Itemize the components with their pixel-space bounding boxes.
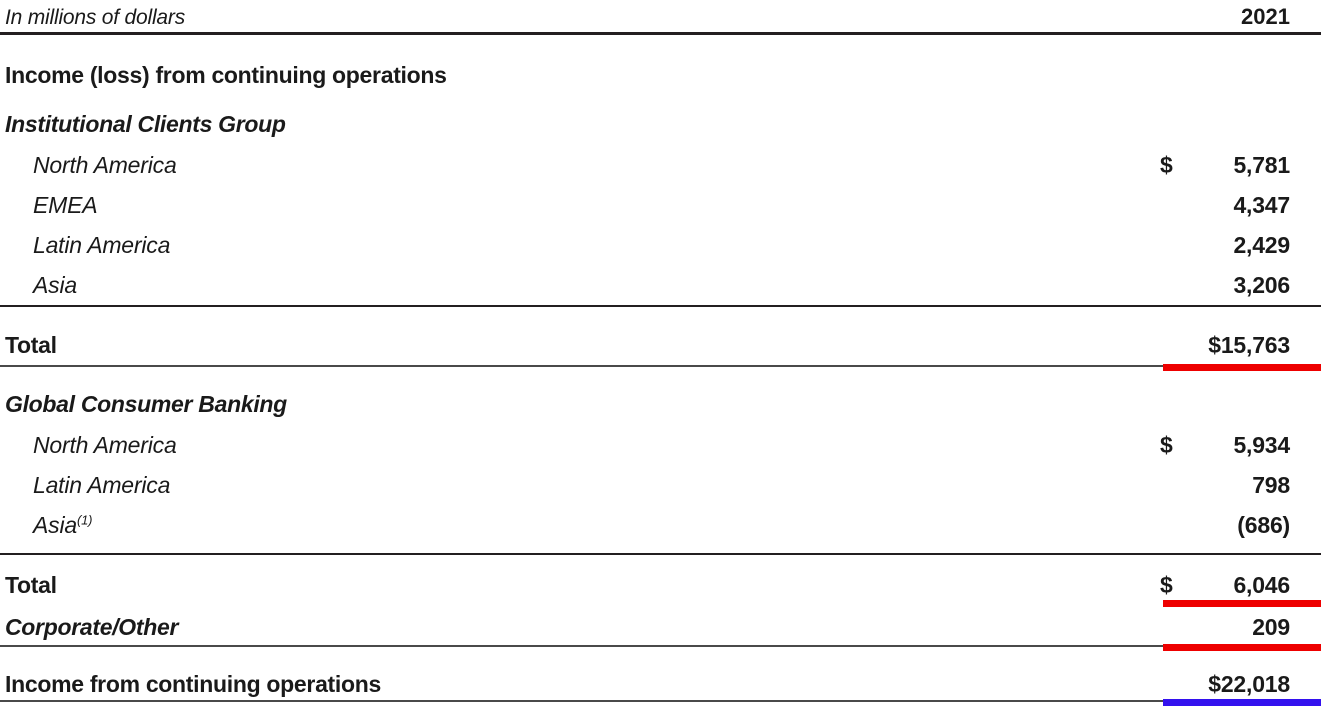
grand-total-amount: $22,018: [1208, 671, 1290, 697]
table-row: Latin America 2,429: [0, 234, 1321, 257]
row-amount: 2,429: [1233, 232, 1290, 258]
row-label-icg-north-america: North America: [33, 152, 177, 178]
icg-total-accent-underline: [1163, 364, 1321, 371]
row-label-gcb-latin-america: Latin America: [33, 472, 171, 498]
row-label-gcb-asia: Asia(1): [0, 512, 1160, 538]
total-value-icg: $15,763: [1160, 334, 1321, 357]
table-row: EMEA 4,347: [0, 194, 1321, 217]
column-header-year-label: 2021: [1241, 4, 1290, 29]
table-row: Asia 3,206: [0, 274, 1321, 297]
table-row: North America $ 5,934: [0, 434, 1321, 457]
total-amount: $15,763: [1208, 332, 1290, 358]
total-label-gcb: Total: [5, 572, 57, 598]
group-title-icg: Institutional Clients Group: [5, 111, 286, 137]
corporate-other-value: 209: [1160, 616, 1321, 639]
footnote-marker: (1): [76, 512, 93, 528]
row-label-gcb-north-america: North America: [33, 432, 177, 458]
table-row: Asia(1) (686): [0, 512, 1321, 538]
grand-total-accent-underline: [1163, 699, 1321, 706]
corporate-other-rule: [0, 645, 1321, 647]
total-label-icg: Total: [5, 332, 57, 358]
total-amount: 6,046: [1233, 572, 1290, 598]
grand-total-value: $22,018: [1160, 673, 1321, 696]
gcb-total-accent-underline: [1163, 600, 1321, 607]
row-value-icg-asia: 3,206: [1160, 274, 1321, 297]
group-title-row-icg: Institutional Clients Group: [0, 113, 1321, 136]
total-row-gcb: Total $ 6,046: [0, 574, 1321, 597]
row-value-icg-north-america: $ 5,781: [1160, 154, 1321, 177]
grand-total-label: Income from continuing operations: [5, 671, 382, 697]
corporate-other-amount: 209: [1252, 614, 1290, 640]
section-title: Income (loss) from continuing operations: [5, 62, 447, 88]
total-value-gcb: $ 6,046: [1160, 574, 1321, 597]
gcb-subtotal-rule: [0, 553, 1321, 555]
total-row-icg: Total $15,763: [0, 334, 1321, 357]
currency-symbol: $: [1160, 432, 1173, 458]
column-header-year: 2021: [1160, 6, 1321, 28]
header-rule: [0, 32, 1321, 35]
row-amount: 3,206: [1233, 272, 1290, 298]
segment-income-table: In millions of dollars 2021 Income (loss…: [0, 0, 1321, 708]
table-row: North America $ 5,781: [0, 154, 1321, 177]
row-amount: 798: [1252, 472, 1290, 498]
row-value-gcb-asia: (686): [1160, 514, 1321, 537]
row-value-gcb-latin-america: 798: [1160, 474, 1321, 497]
row-label-icg-latin-america: Latin America: [33, 232, 171, 258]
row-value-gcb-north-america: $ 5,934: [1160, 434, 1321, 457]
table-row: Latin America 798: [0, 474, 1321, 497]
row-value-icg-latin-america: 2,429: [1160, 234, 1321, 257]
section-title-row: Income (loss) from continuing operations: [0, 64, 1321, 87]
corporate-other-label: Corporate/Other: [5, 614, 179, 640]
corporate-other-accent-underline: [1163, 644, 1321, 651]
row-amount: 5,934: [1233, 432, 1290, 458]
currency-symbol: $: [1160, 152, 1173, 178]
row-value-icg-emea: 4,347: [1160, 194, 1321, 217]
icg-total-rule: [0, 365, 1321, 367]
row-label-gcb-asia-text: Asia: [33, 512, 77, 538]
row-label-icg-asia: Asia: [33, 272, 77, 298]
currency-symbol: $: [1160, 572, 1173, 598]
row-label-icg-emea: EMEA: [33, 192, 98, 218]
grand-total-row: Income from continuing operations $22,01…: [0, 673, 1321, 696]
corporate-other-row: Corporate/Other 209: [0, 616, 1321, 639]
row-amount: 4,347: [1233, 192, 1290, 218]
icg-subtotal-rule: [0, 305, 1321, 307]
row-amount: 5,781: [1233, 152, 1290, 178]
row-amount: (686): [1237, 512, 1290, 538]
group-title-gcb: Global Consumer Banking: [5, 391, 287, 417]
table-header-row: In millions of dollars 2021: [0, 6, 1321, 29]
group-title-row-gcb: Global Consumer Banking: [0, 393, 1321, 416]
grand-total-rule: [0, 700, 1321, 702]
units-caption: In millions of dollars: [5, 6, 186, 29]
